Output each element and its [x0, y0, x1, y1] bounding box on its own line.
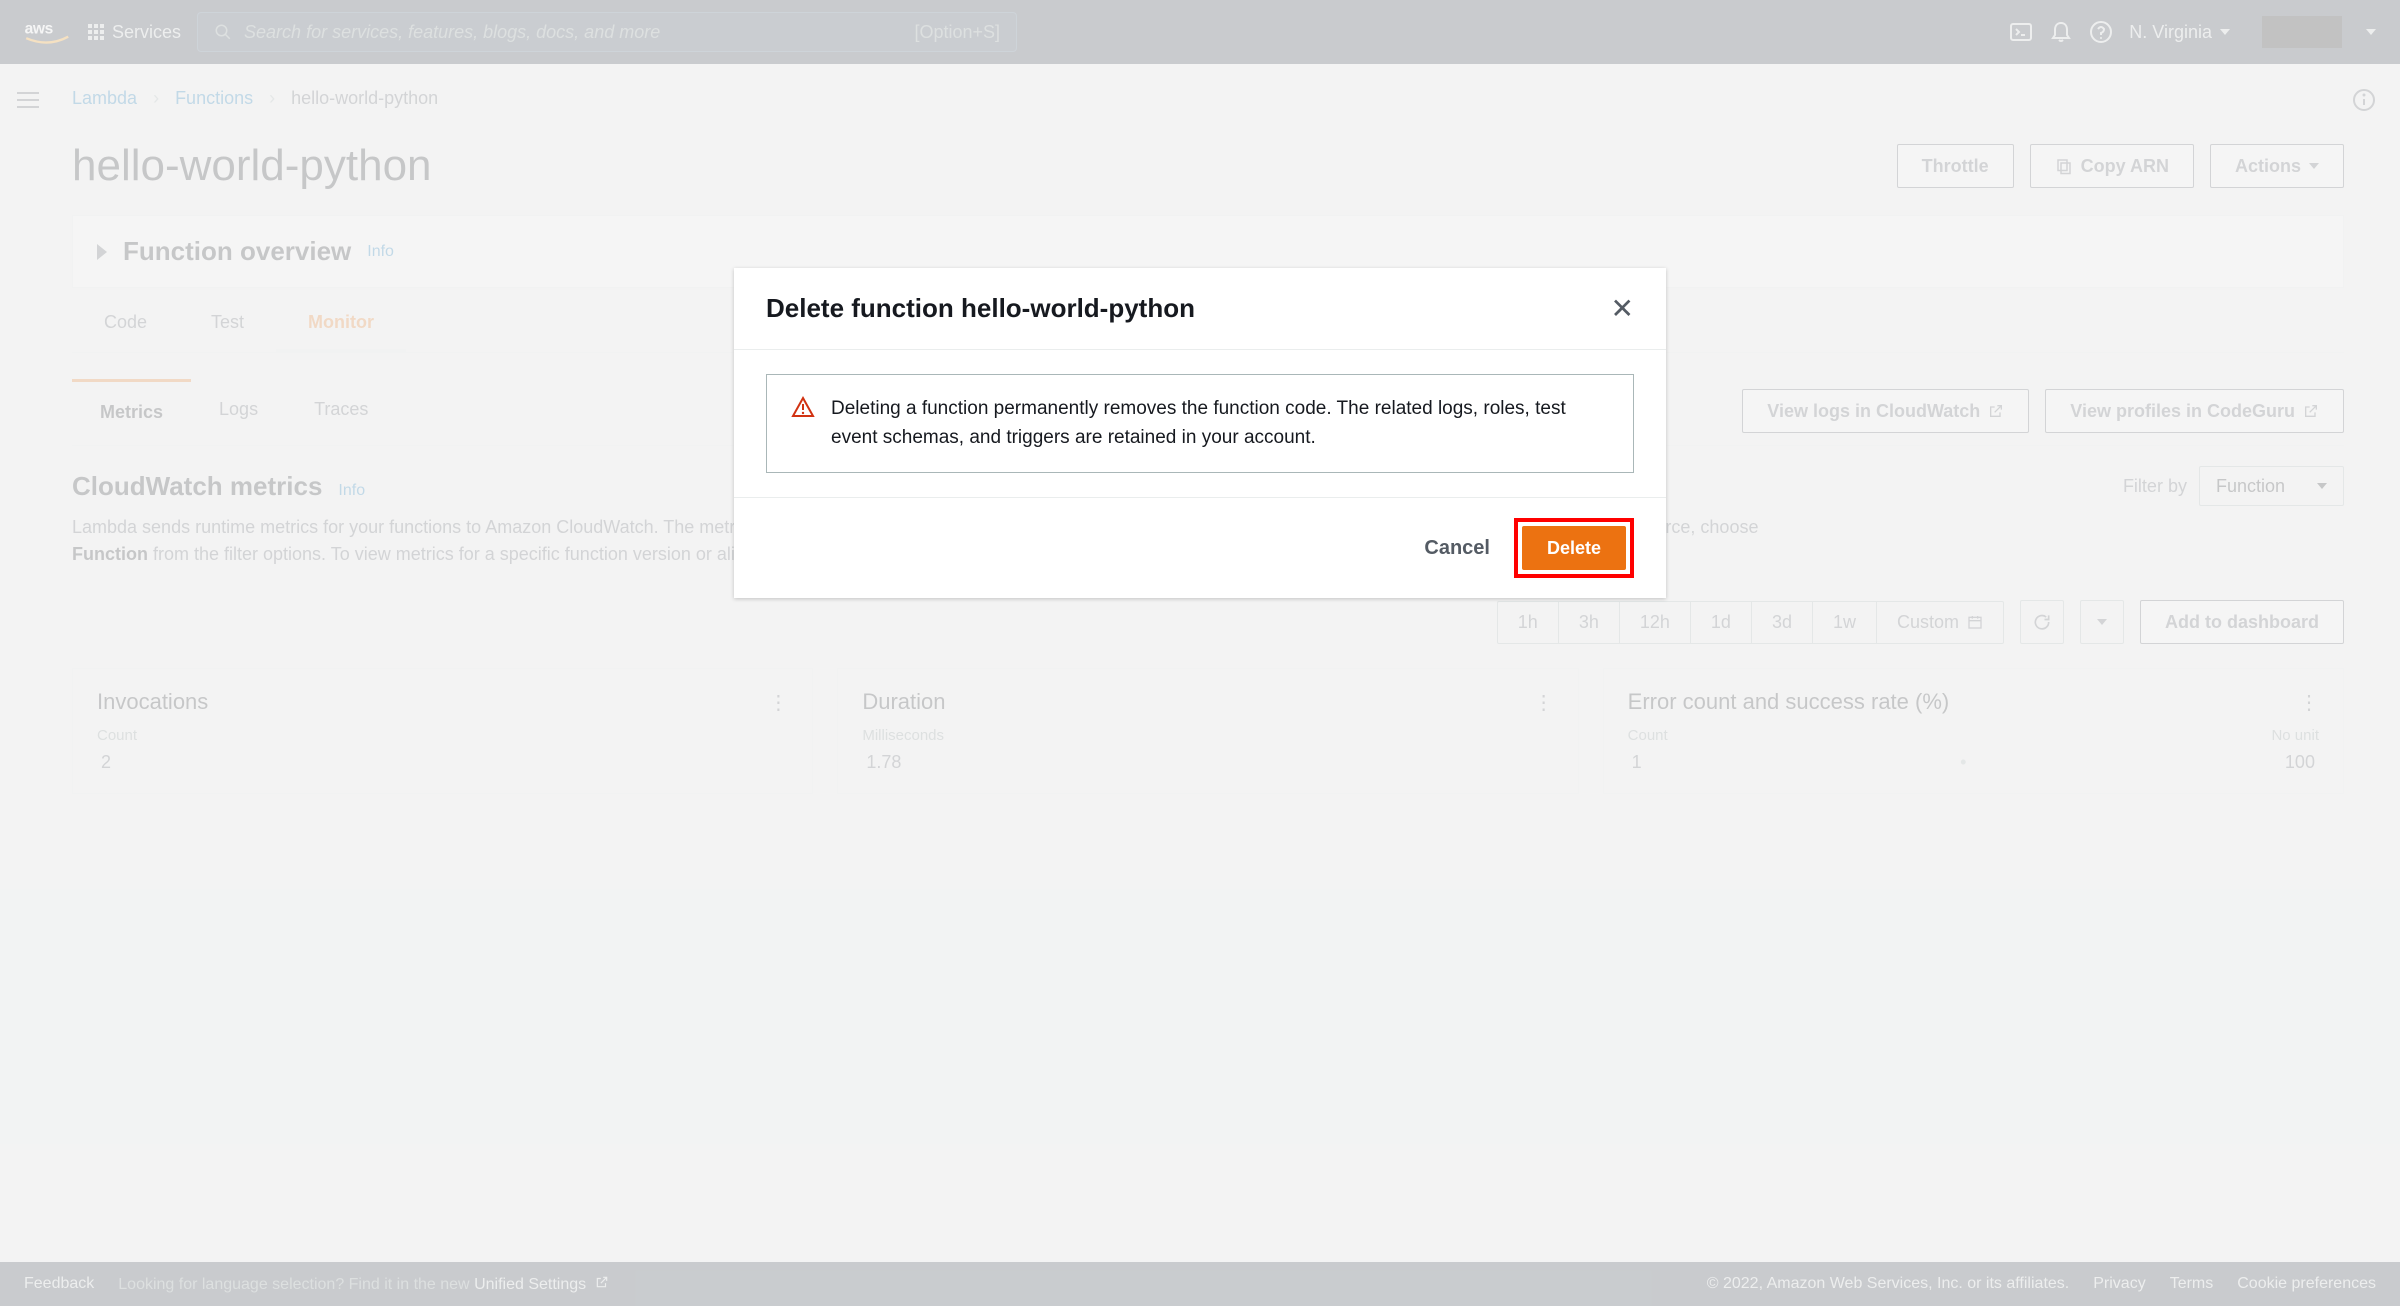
modal-body: Deleting a function permanently removes …	[734, 350, 1666, 498]
close-icon[interactable]: ✕	[1611, 292, 1634, 325]
alert-text: Deleting a function permanently removes …	[831, 395, 1609, 452]
warning-icon	[791, 395, 815, 452]
modal-header: Delete function hello-world-python ✕	[734, 268, 1666, 350]
alert-box: Deleting a function permanently removes …	[766, 374, 1634, 473]
delete-button-highlight: Delete	[1514, 518, 1634, 578]
modal-overlay: Delete function hello-world-python ✕ Del…	[0, 0, 2400, 1306]
delete-button[interactable]: Delete	[1522, 526, 1626, 570]
modal-title: Delete function hello-world-python	[766, 293, 1195, 324]
delete-function-modal: Delete function hello-world-python ✕ Del…	[734, 268, 1666, 598]
modal-footer: Cancel Delete	[734, 498, 1666, 598]
cancel-button[interactable]: Cancel	[1424, 537, 1490, 560]
